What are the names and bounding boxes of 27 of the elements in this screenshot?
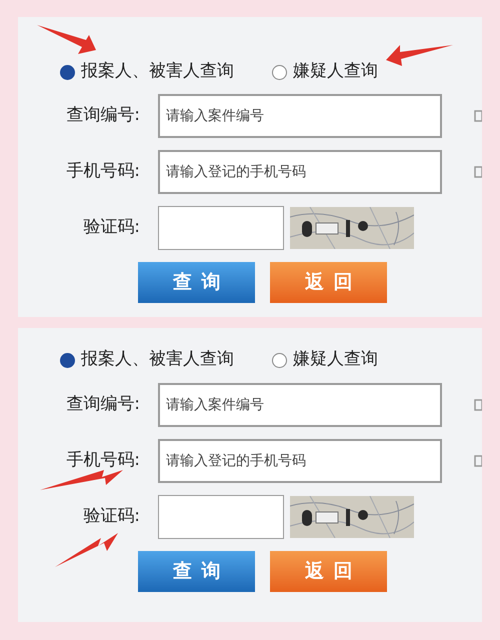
radio-button[interactable] [272, 64, 287, 80]
radio-button[interactable] [60, 352, 75, 368]
annotation-arrow [37, 25, 96, 54]
field-label: 验证码: [82, 505, 140, 528]
field-label: 查询编号: [65, 104, 140, 128]
radio-label: 嫌疑人查询 [293, 348, 378, 372]
radio-label: 报案人、被害人查询 [81, 60, 234, 84]
input-field[interactable]: 请输入案件编号 [158, 94, 442, 138]
radio-label: 报案人、被害人查询 [81, 348, 234, 372]
radio-label: 嫌疑人查询 [293, 60, 378, 84]
query-button[interactable]: 查询 [138, 551, 255, 592]
query-button[interactable]: 查询 [138, 262, 255, 303]
field-label: 手机号码: [65, 449, 140, 472]
annotation-arrow [386, 45, 453, 66]
back-button[interactable]: 返回 [270, 551, 387, 592]
field-label: 验证码: [82, 216, 140, 240]
input-field[interactable]: 请输入登记的手机号码 [158, 439, 442, 483]
captcha-field[interactable] [158, 495, 284, 539]
field-label: 手机号码: [65, 160, 140, 184]
radio-button[interactable] [272, 352, 287, 368]
back-button[interactable]: 返回 [270, 262, 387, 303]
radio-button[interactable] [60, 64, 75, 80]
captcha-field[interactable] [158, 206, 284, 250]
field-label: 查询编号: [65, 393, 140, 416]
input-field[interactable]: 请输入登记的手机号码 [158, 150, 442, 194]
input-field[interactable]: 请输入案件编号 [158, 383, 442, 427]
annotation-arrow [55, 533, 118, 567]
